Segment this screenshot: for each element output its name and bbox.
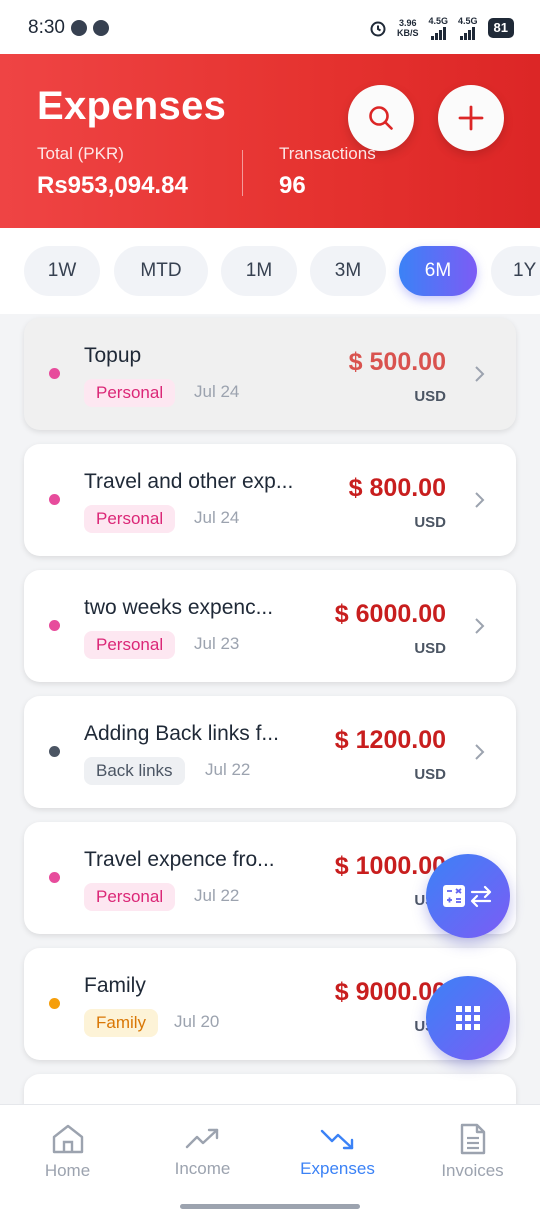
nav-home-label: Home (44, 1161, 91, 1180)
range-chip-3m[interactable]: 3M (310, 246, 386, 296)
nav-income-label: Income (174, 1159, 231, 1178)
transaction-title: Family (84, 974, 146, 997)
category-tag: Personal (84, 883, 176, 911)
transaction-amount: $ 800.00 (348, 474, 446, 502)
transaction-amount: $ 1200.00 (334, 726, 446, 754)
transaction-card[interactable]: Topup Personal Jul 24 $ 500.00 USD (24, 318, 516, 430)
header-divider (242, 150, 243, 196)
transaction-card[interactable]: Adding Back links f... Back links Jul 22… (24, 696, 516, 808)
transaction-title: two weeks expenc... (84, 596, 274, 619)
add-expense-button[interactable] (438, 85, 504, 151)
grid-icon (456, 1006, 480, 1030)
transaction-title: Travel expence fro... (84, 848, 275, 871)
category-dot (49, 998, 60, 1009)
chevron-right-icon (475, 744, 485, 760)
document-icon (460, 1123, 485, 1155)
trending-up-icon (185, 1128, 218, 1149)
status-bar: 8:30 3.96 KB/S 4.5G 4.5G 81 (0, 0, 540, 56)
category-tag: Personal (84, 631, 176, 659)
transaction-currency: USD (414, 388, 446, 405)
nav-expenses[interactable]: Expenses (270, 1105, 405, 1199)
transaction-currency: USD (414, 640, 446, 657)
alarm-icon (370, 21, 386, 37)
category-dot (49, 872, 60, 883)
header: Expenses Total (PKR) Rs953,094.84 Transa… (0, 54, 540, 228)
status-right: 3.96 KB/S 4.5G 4.5G 81 (369, 16, 514, 40)
transaction-currency: USD (414, 766, 446, 783)
currency-convert-fab[interactable] (426, 854, 510, 938)
category-tag: Personal (84, 379, 176, 407)
range-chip-mtd[interactable]: MTD (114, 246, 208, 296)
bottom-navigation: Home Income Expenses Invoices (0, 1104, 540, 1218)
category-tag: Personal (84, 505, 176, 533)
total-stat: Total (PKR) Rs953,094.84 (37, 144, 188, 200)
transaction-date: Jul 24 (194, 382, 240, 401)
category-dot (49, 494, 60, 505)
nav-expenses-label: Expenses (300, 1159, 375, 1178)
nav-invoices-label: Invoices (441, 1161, 504, 1180)
nav-invoices[interactable]: Invoices (405, 1105, 540, 1199)
transaction-date: Jul 22 (205, 760, 251, 779)
transaction-date: Jul 20 (174, 1012, 220, 1031)
transaction-card[interactable]: Travel and other exp... Personal Jul 24 … (24, 444, 516, 556)
transactions-stat: Transactions 96 (279, 144, 376, 200)
status-left: 8:30 (28, 17, 109, 39)
transaction-card[interactable] (24, 1074, 516, 1104)
signal-bars-icon (430, 26, 446, 40)
chevron-right-icon (475, 618, 485, 634)
search-button[interactable] (348, 85, 414, 151)
transaction-card[interactable]: two weeks expenc... Personal Jul 23 $ 60… (24, 570, 516, 682)
calculator-convert-icon (443, 885, 492, 908)
total-value: Rs953,094.84 (37, 172, 188, 199)
transactions-value: 96 (279, 172, 306, 199)
range-chip-1m[interactable]: 1M (221, 246, 297, 296)
transaction-date: Jul 23 (194, 634, 240, 653)
plus-icon (458, 105, 484, 131)
category-tag: Back links (84, 757, 185, 785)
nav-income[interactable]: Income (135, 1105, 270, 1199)
category-dot (49, 368, 60, 379)
chevron-right-icon (475, 366, 485, 382)
range-chip-1w[interactable]: 1W (24, 246, 100, 296)
transaction-title: Topup (84, 344, 142, 367)
range-chip-1y[interactable]: 1Y (491, 246, 540, 296)
transaction-amount: $ 500.00 (348, 348, 446, 376)
page-title: Expenses (37, 84, 227, 128)
range-chip-6m[interactable]: 6M (399, 246, 477, 296)
signal-bars-icon (460, 26, 476, 40)
search-icon (369, 106, 393, 130)
status-time: 8:30 (28, 17, 65, 38)
home-icon (52, 1124, 83, 1154)
transaction-date: Jul 22 (194, 886, 240, 905)
total-label: Total (PKR) (37, 144, 124, 163)
message-icon (92, 20, 109, 36)
net-speed: 3.96 KB/S (396, 18, 419, 38)
transaction-amount: $ 6000.00 (334, 600, 446, 628)
menu-fab[interactable] (426, 976, 510, 1060)
category-dot (49, 620, 60, 631)
nav-home[interactable]: Home (0, 1105, 135, 1199)
home-indicator[interactable] (180, 1204, 360, 1209)
range-selector: 1W MTD 1M 3M 6M 1Y (0, 228, 540, 314)
signal-1: 4.5G (429, 16, 448, 40)
category-tag: Family (84, 1009, 159, 1037)
chevron-right-icon (475, 492, 485, 508)
notification-icon (70, 20, 87, 36)
expenses-screen: 8:30 3.96 KB/S 4.5G 4.5G 81 Expenses Tot… (0, 0, 540, 1218)
transaction-title: Travel and other exp... (84, 470, 294, 493)
transaction-date: Jul 24 (194, 508, 240, 527)
battery-indicator: 81 (487, 18, 514, 38)
signal-2: 4.5G (458, 16, 478, 40)
transaction-currency: USD (414, 514, 446, 531)
transactions-label: Transactions (279, 144, 376, 163)
category-dot (49, 746, 60, 757)
transaction-title: Adding Back links f... (84, 722, 279, 745)
trending-down-icon (320, 1129, 353, 1150)
